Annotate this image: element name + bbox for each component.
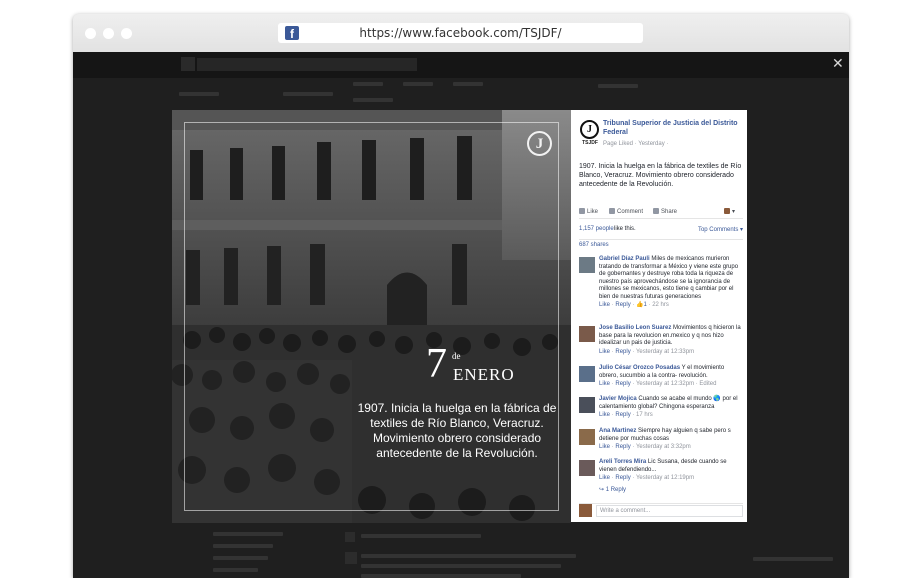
comment-reply-link[interactable]: Reply <box>615 381 630 387</box>
page-name-link[interactable]: Tribunal Superior de Justicia del Distri… <box>603 119 743 137</box>
thumbs-up-icon <box>579 208 585 214</box>
comment-author[interactable]: Areli Torres Mira <box>599 459 646 465</box>
top-comments-dropdown[interactable]: Top Comments ▾ <box>698 226 743 233</box>
date-preposition: de <box>452 351 461 361</box>
comment-time: 17 hrs <box>636 412 653 418</box>
commenter-avatar[interactable] <box>579 397 595 413</box>
comment-time: Yesterday at 12:32pm · Edited <box>635 381 717 387</box>
likes-row: 1,157 people like this. Top Comments ▾ <box>579 226 743 240</box>
comment-reply-link[interactable]: Reply <box>615 444 630 450</box>
comment-author[interactable]: Javier Mojica <box>599 396 637 402</box>
comment-reply-link[interactable]: Reply <box>615 302 630 308</box>
comment-like-link[interactable]: Like <box>599 412 610 418</box>
photo-caption: 1907. Inicia la huelga en la fábrica de … <box>357 401 557 460</box>
window-close-dot[interactable] <box>85 28 96 39</box>
post-side-panel: J TSJDF Tribunal Superior de Justicia de… <box>571 110 747 522</box>
comment-author[interactable]: Julio César Orozco Posadas <box>599 365 680 371</box>
comment-likes-count[interactable]: 👍1 <box>636 302 647 308</box>
comment-like-link[interactable]: Like <box>599 381 610 387</box>
commenter-avatar[interactable] <box>579 257 595 273</box>
comment-input[interactable]: Write a comment... <box>596 505 743 517</box>
window-zoom-dot[interactable] <box>121 28 132 39</box>
browser-titlebar: https://www.facebook.com/TSJDF/ f <box>73 14 849 52</box>
address-bar[interactable]: https://www.facebook.com/TSJDF/ f <box>278 23 643 43</box>
page-avatar[interactable]: J <box>580 120 599 139</box>
url-text: https://www.facebook.com/TSJDF/ <box>359 26 562 40</box>
post-photo[interactable]: J 7 de ENERO 1907. Inicia la huelga en l… <box>172 110 571 523</box>
comment-button[interactable]: Comment <box>609 208 643 215</box>
commenter-avatar[interactable] <box>579 326 595 342</box>
likes-suffix: like this. <box>614 226 636 232</box>
share-icon <box>653 208 659 214</box>
composer-avatar <box>579 504 592 517</box>
comment-like-link[interactable]: Like <box>599 475 610 481</box>
comment-like-link[interactable]: Like <box>599 302 610 308</box>
comment-author[interactable]: Gabriel Díaz Pauli <box>599 256 650 262</box>
post-meta: Page Liked · Yesterday · <box>603 141 669 147</box>
comment-time: Yesterday at 3:32pm <box>635 444 691 450</box>
comment-text: Miles de mexicanos murieron tratando de … <box>599 256 739 300</box>
browser-window: https://www.facebook.com/TSJDF/ f ✕ J 7 … <box>73 14 849 578</box>
comment-time: Yesterday at 12:33pm <box>635 348 695 355</box>
window-minimize-dot[interactable] <box>103 28 114 39</box>
facebook-page-dimmed: ✕ J 7 de ENERO 1907. Inicia la huelga en… <box>73 52 849 578</box>
post-text: 1907. Inicia la huelga en la fábrica de … <box>579 163 742 188</box>
comment-like-link[interactable]: Like <box>599 444 610 450</box>
comment-like-link[interactable]: Like <box>599 349 610 355</box>
comment-reply-link[interactable]: Reply <box>615 349 630 355</box>
post-actions: Like Comment Share ▾ <box>579 205 743 219</box>
comment-reply-link[interactable]: Reply <box>615 475 630 481</box>
facebook-topbar <box>73 52 849 78</box>
comment-icon <box>609 208 615 214</box>
user-avatar-icon <box>724 208 730 214</box>
comment-composer: Write a comment... <box>579 503 743 517</box>
page-avatar-label: TSJDF <box>582 140 598 146</box>
view-replies-link[interactable]: ↪ 1 Reply <box>599 487 743 495</box>
commenter-avatar[interactable] <box>579 460 595 476</box>
tsj-logo-badge: J <box>527 131 552 156</box>
comment-author[interactable]: Ana Martinez <box>599 428 636 434</box>
comment-author[interactable]: Jose Basilio Leon Suarez <box>599 325 671 331</box>
date-day: 7 <box>426 341 447 387</box>
share-button[interactable]: Share <box>653 208 677 215</box>
comment-time: 22 hrs <box>652 302 669 308</box>
date-month: ENERO <box>453 365 515 384</box>
shares-count-link[interactable]: 687 shares <box>579 242 609 248</box>
commenter-avatar[interactable] <box>579 366 595 382</box>
comment-time: Yesterday at 12:19pm <box>635 475 695 481</box>
close-icon[interactable]: ✕ <box>832 56 844 72</box>
likes-count-link[interactable]: 1,157 people <box>579 226 614 232</box>
post-as-selector[interactable]: ▾ <box>724 208 735 215</box>
commenter-avatar[interactable] <box>579 429 595 445</box>
facebook-icon: f <box>285 26 299 41</box>
like-button[interactable]: Like <box>579 208 598 215</box>
comment-reply-link[interactable]: Reply <box>615 412 630 418</box>
